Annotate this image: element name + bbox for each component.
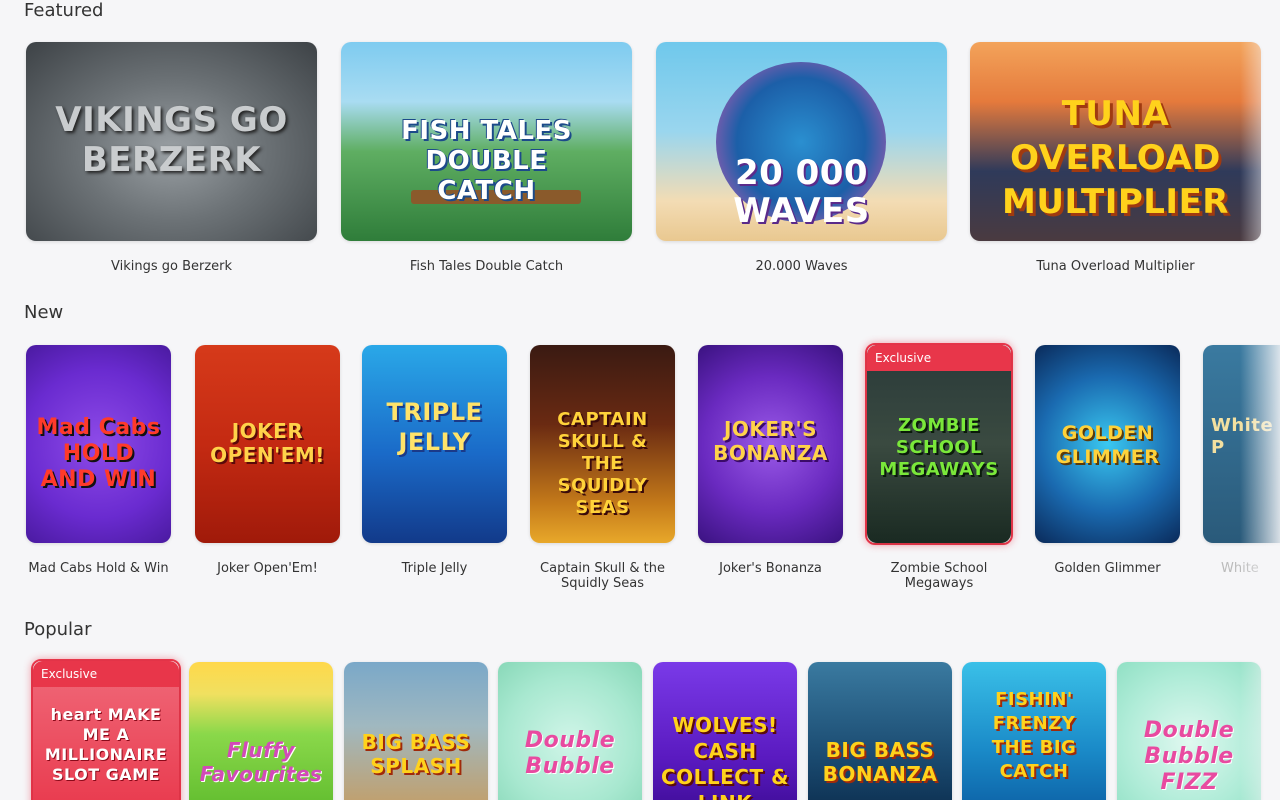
game-tile-big-bass-bonanza[interactable]: BIG BASS BONANZA	[808, 662, 952, 800]
tile-art-text: BIG BASS BONANZA	[822, 738, 938, 786]
exclusive-badge: Exclusive	[867, 345, 1011, 371]
game-tile-triple-jelly[interactable]: TRIPLE JELLY	[362, 345, 507, 543]
tile-art-text: ZOMBIE SCHOOL MEGAWAYS	[879, 415, 999, 480]
game-tile-golden-glimmer[interactable]: GOLDEN GLIMMER	[1035, 345, 1180, 543]
game-caption[interactable]: 20.000 Waves	[656, 259, 947, 274]
tile-art-text: WOLVES! CASH COLLECT & LINK	[660, 713, 790, 800]
tile-art-text: VIKINGS GO BERZERK	[55, 100, 288, 180]
game-tile-vikings-go-berzerk[interactable]: VIKINGS GO BERZERK	[26, 42, 317, 241]
tile-art-text: Mad Cabs HOLD AND WIN	[36, 415, 161, 492]
game-tile-fishin-frenzy-the-big-catch[interactable]: FISHIN' FRENZY THE BIG CATCH	[962, 662, 1106, 800]
game-tile-heart-make-me-a-millionaire[interactable]: Exclusive heart MAKE ME A MILLIONAIRE SL…	[33, 661, 179, 800]
game-caption[interactable]: Captain Skull & the Squidly Seas	[530, 561, 675, 591]
section-title-new: New	[24, 302, 64, 323]
game-tile-double-bubble-fizz[interactable]: Double Bubble FIZZ	[1117, 662, 1261, 800]
game-tile-20000-waves[interactable]: 20 000 WAVES	[656, 42, 947, 241]
tile-art-text: Double Bubble	[524, 728, 616, 779]
game-caption[interactable]: Fish Tales Double Catch	[341, 259, 632, 274]
tile-art-text: JOKER OPEN'EM!	[210, 419, 325, 467]
section-title-popular: Popular	[24, 619, 92, 640]
game-tile-zombie-school-megaways[interactable]: Exclusive ZOMBIE SCHOOL MEGAWAYS	[867, 345, 1011, 543]
game-caption[interactable]: Joker's Bonanza	[698, 561, 843, 576]
game-tile-joker-open-em[interactable]: JOKER OPEN'EM!	[195, 345, 340, 543]
tile-art-text: FISHIN' FRENZY THE BIG CATCH	[991, 689, 1077, 782]
game-caption[interactable]: Golden Glimmer	[1035, 561, 1180, 576]
game-tile-white-tiger-partial[interactable]: White Tiger P	[1203, 345, 1280, 543]
tile-art-text: FISH TALES DOUBLE CATCH	[401, 116, 572, 206]
tile-art-text: White Tiger P	[1211, 415, 1280, 458]
tile-art-text: BIG BASS SPLASH	[361, 730, 471, 778]
game-tile-captain-skull[interactable]: CAPTAIN SKULL & THE SQUIDLY SEAS	[530, 345, 675, 543]
game-tile-big-bass-splash[interactable]: BIG BASS SPLASH	[344, 662, 488, 800]
game-tile-fluffy-favourites[interactable]: Fluffy Favourites	[189, 662, 333, 800]
game-caption[interactable]: Triple Jelly	[362, 561, 507, 576]
game-caption[interactable]: Vikings go Berzerk	[26, 259, 317, 274]
exclusive-badge: Exclusive	[33, 661, 179, 687]
game-tile-double-bubble[interactable]: Double Bubble	[498, 662, 642, 800]
game-lobby: Featured VIKINGS GO BERZERK Vikings go B…	[0, 0, 1280, 800]
tile-art-text: GOLDEN GLIMMER	[1055, 422, 1160, 468]
tile-art-text: 20 000 WAVES	[733, 153, 870, 231]
game-tile-tuna-overload-multiplier[interactable]: TUNA OVERLOAD MULTIPLIER	[970, 42, 1261, 241]
game-caption[interactable]: Joker Open'Em!	[195, 561, 340, 576]
tile-art-text: TUNA OVERLOAD MULTIPLIER	[1002, 94, 1229, 222]
game-caption[interactable]: White	[1203, 561, 1280, 576]
section-title-featured: Featured	[24, 0, 104, 21]
tile-art-text: heart MAKE ME A MILLIONAIRE SLOT GAME	[44, 705, 168, 784]
game-tile-wolves-cash-collect-link[interactable]: WOLVES! CASH COLLECT & LINK	[653, 662, 797, 800]
game-tile-fish-tales-double-catch[interactable]: FISH TALES DOUBLE CATCH	[341, 42, 632, 241]
tile-art-text: JOKER'S BONANZA	[713, 417, 828, 465]
tile-art-text: Double Bubble FIZZ	[1143, 718, 1235, 795]
game-tile-jokers-bonanza[interactable]: JOKER'S BONANZA	[698, 345, 843, 543]
game-caption[interactable]: Zombie School Megaways	[865, 561, 1013, 591]
tile-art-text: CAPTAIN SKULL & THE SQUIDLY SEAS	[557, 409, 648, 518]
tile-art-text: TRIPLE JELLY	[386, 398, 483, 456]
game-caption[interactable]: Mad Cabs Hold & Win	[26, 561, 171, 576]
game-caption[interactable]: Tuna Overload Multiplier	[970, 259, 1261, 274]
tile-art-text: Fluffy Favourites	[199, 738, 323, 786]
game-tile-mad-cabs[interactable]: Mad Cabs HOLD AND WIN	[26, 345, 171, 543]
